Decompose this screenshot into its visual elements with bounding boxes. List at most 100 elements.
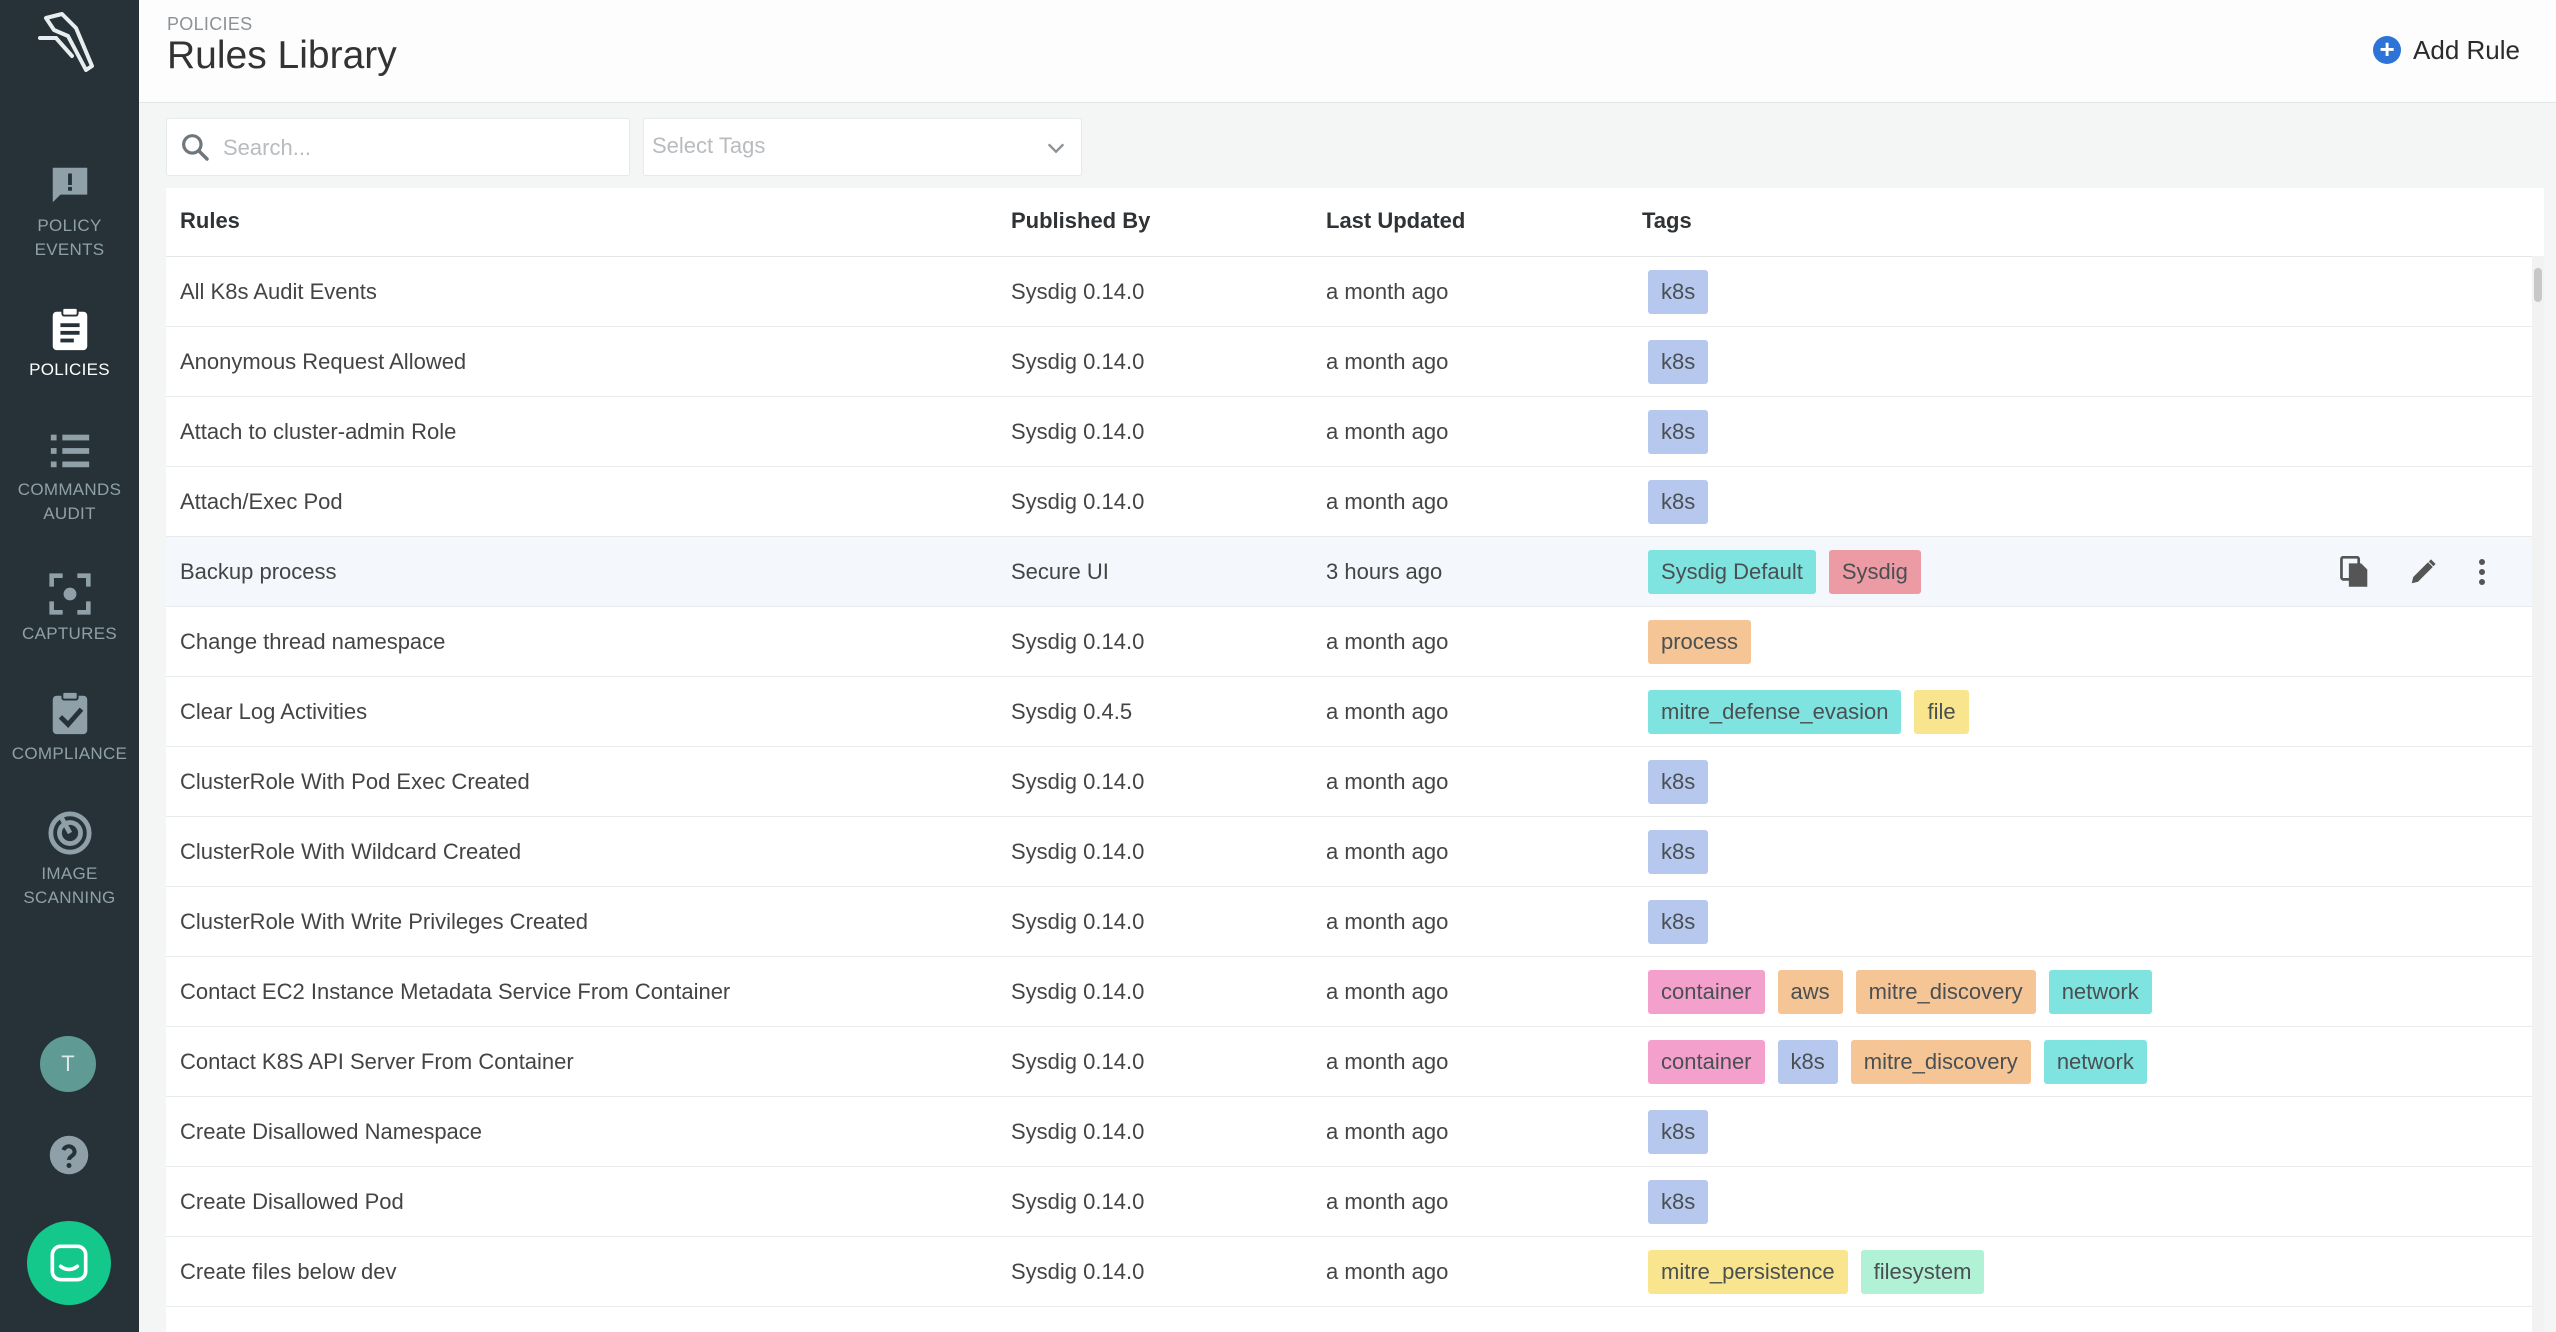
commands-audit-icon — [50, 434, 89, 468]
nav-label: EVENTS — [34, 240, 105, 259]
last-updated: a month ago — [1326, 1119, 1449, 1144]
table-row[interactable]: All K8s Audit Events Sysdig 0.14.0 a month… — [166, 257, 2544, 327]
rule-name: Contact K8S API Server From Container — [180, 1049, 574, 1074]
nav-compliance[interactable]: COMPLIANCE — [0, 690, 139, 766]
tag-chip[interactable]: k8s — [1648, 900, 1709, 944]
published-by: Sysdig 0.14.0 — [1011, 629, 1145, 654]
nav-label: SCANNING — [23, 888, 116, 907]
nav-image-scanning[interactable]: IMAGE SCANNING — [0, 810, 139, 910]
search-input[interactable] — [221, 119, 615, 177]
tag-chip[interactable]: k8s — [1648, 1180, 1709, 1224]
last-updated: a month ago — [1326, 1259, 1449, 1284]
tag-chip[interactable]: k8s — [1648, 1110, 1709, 1154]
tag-chip[interactable]: k8s — [1648, 830, 1709, 874]
column-header-tags[interactable]: Tags — [1642, 208, 1692, 234]
tag-list: k8s — [1648, 1110, 1709, 1154]
rule-name: Contact EC2 Instance Metadata Service Fr… — [180, 979, 731, 1004]
tags-select-placeholder: Select Tags — [652, 133, 766, 158]
tags-select[interactable]: Select Tags — [643, 118, 1082, 176]
tag-chip[interactable]: k8s — [1648, 760, 1709, 804]
nav-label: CAPTURES — [22, 624, 117, 643]
rule-name: All K8s Audit Events — [180, 279, 377, 304]
tag-chip[interactable]: network — [2043, 1040, 2147, 1084]
table-row[interactable]: Attach/Exec Pod Sysdig 0.14.0 a month ago k… — [166, 467, 2544, 537]
rule-name: Attach/Exec Pod — [180, 489, 343, 514]
table-row[interactable]: Change thread namespace Sysdig 0.14.0 a mo… — [166, 607, 2544, 677]
tag-chip[interactable]: k8s — [1648, 270, 1709, 314]
published-by: Sysdig 0.14.0 — [1011, 1259, 1145, 1284]
tag-chip[interactable]: container — [1648, 970, 1765, 1014]
tag-chip[interactable]: filesystem — [1860, 1250, 1985, 1294]
tag-chip[interactable]: mitre_discovery — [1850, 1040, 2031, 1084]
table-row[interactable]: ClusterRole With Write Privileges Create… — [166, 887, 2544, 957]
table-row[interactable]: Create files below dev Sysdig 0.14.0 a mon… — [166, 1237, 2544, 1307]
page-title: Rules Library — [167, 34, 397, 77]
last-updated: a month ago — [1326, 699, 1449, 724]
tag-list: k8s — [1648, 900, 1709, 944]
column-header-rules[interactable]: Rules — [180, 208, 240, 234]
nav-label: POLICIES — [29, 360, 110, 379]
published-by: Sysdig 0.14.0 — [1011, 769, 1145, 794]
breadcrumb[interactable]: POLICIES — [167, 14, 252, 35]
tag-list: k8s — [1648, 270, 1709, 314]
tag-chip[interactable]: k8s — [1648, 340, 1709, 384]
add-rule-label: Add Rule — [2413, 34, 2520, 65]
tag-chip[interactable]: container — [1648, 1040, 1765, 1084]
table-row[interactable]: Clear Log Activities Sysdig 0.4.5 a month … — [166, 677, 2544, 747]
published-by: Sysdig 0.14.0 — [1011, 1049, 1145, 1074]
tag-chip[interactable]: Sysdig Default — [1648, 550, 1816, 594]
tag-chip[interactable]: process — [1648, 620, 1752, 664]
table-row[interactable]: Contact EC2 Instance Metadata Service Fr… — [166, 957, 2544, 1027]
table-row[interactable]: Backup process Secure UI 3 hours ago Sysdig… — [166, 537, 2544, 607]
last-updated: a month ago — [1326, 769, 1449, 794]
edit-icon[interactable] — [2408, 557, 2438, 587]
last-updated: a month ago — [1326, 419, 1449, 444]
help-icon[interactable] — [48, 1134, 90, 1176]
nav-commands-audit[interactable]: COMMANDS AUDIT — [0, 428, 139, 526]
tag-chip[interactable]: mitre_discovery — [1855, 970, 2036, 1014]
search-box[interactable] — [166, 118, 630, 177]
tag-list: k8s — [1648, 760, 1709, 804]
sysdig-logo-icon[interactable] — [32, 8, 106, 82]
table-row[interactable]: Create Disallowed Pod Sysdig 0.14.0 a mont… — [166, 1167, 2544, 1237]
tag-chip[interactable]: aws — [1777, 970, 1843, 1014]
tag-chip[interactable]: mitre_persistence — [1648, 1250, 1848, 1294]
chat-launcher-button[interactable] — [27, 1221, 111, 1305]
table-scrollbar[interactable] — [2532, 256, 2544, 1332]
tag-chip[interactable]: network — [2048, 970, 2152, 1014]
tag-list: Sysdig Default Sysdig — [1648, 550, 1921, 594]
column-header-published-by[interactable]: Published By — [1011, 208, 1150, 234]
policy-events-icon — [52, 167, 87, 203]
tag-chip[interactable]: mitre_defense_evasion — [1648, 690, 1902, 734]
copy-icon[interactable] — [2340, 556, 2370, 588]
more-vertical-icon[interactable] — [2476, 557, 2488, 587]
nav-captures[interactable]: CAPTURES — [0, 572, 139, 646]
tag-chip[interactable]: k8s — [1648, 410, 1709, 454]
table-row[interactable]: ClusterRole With Pod Exec Created Sysdig … — [166, 747, 2544, 817]
tag-chip[interactable]: Sysdig — [1828, 550, 1921, 594]
tag-chip[interactable]: k8s — [1648, 480, 1709, 524]
table-row[interactable]: Contact K8S API Server From Container Sys… — [166, 1027, 2544, 1097]
tag-list: k8s — [1648, 480, 1709, 524]
table-row[interactable]: Attach to cluster-admin Role Sysdig 0.14.… — [166, 397, 2544, 467]
rule-name: Create Disallowed Namespace — [180, 1119, 483, 1144]
compliance-icon — [52, 690, 87, 735]
tag-list: mitre_persistence filesystem — [1648, 1250, 1985, 1294]
tag-chip[interactable]: file — [1914, 690, 1969, 734]
nav-policy-events[interactable]: POLICY EVENTS — [0, 162, 139, 262]
tag-list: k8s — [1648, 1180, 1709, 1224]
column-header-last-updated[interactable]: Last Updated — [1326, 208, 1465, 234]
tag-chip[interactable]: k8s — [1777, 1040, 1838, 1084]
scrollbar-thumb[interactable] — [2534, 268, 2542, 302]
nav-label: COMPLIANCE — [11, 744, 128, 763]
nav-policies[interactable]: POLICIES — [0, 306, 139, 382]
user-avatar[interactable]: T — [40, 1036, 96, 1092]
table-row[interactable]: Anonymous Request Allowed Sysdig 0.14.0 a … — [166, 327, 2544, 397]
last-updated: a month ago — [1326, 979, 1449, 1004]
rule-name: ClusterRole With Write Privileges Create… — [180, 909, 588, 934]
table-row[interactable]: ClusterRole With Wildcard Created Sysdig … — [166, 817, 2544, 887]
table-row[interactable]: Create Disallowed Namespace Sysdig 0.14.0… — [166, 1097, 2544, 1167]
add-rule-button[interactable]: + Add Rule — [2373, 30, 2520, 70]
rule-name: ClusterRole With Pod Exec Created — [180, 769, 530, 794]
tag-list: mitre_defense_evasion file — [1648, 690, 1969, 734]
